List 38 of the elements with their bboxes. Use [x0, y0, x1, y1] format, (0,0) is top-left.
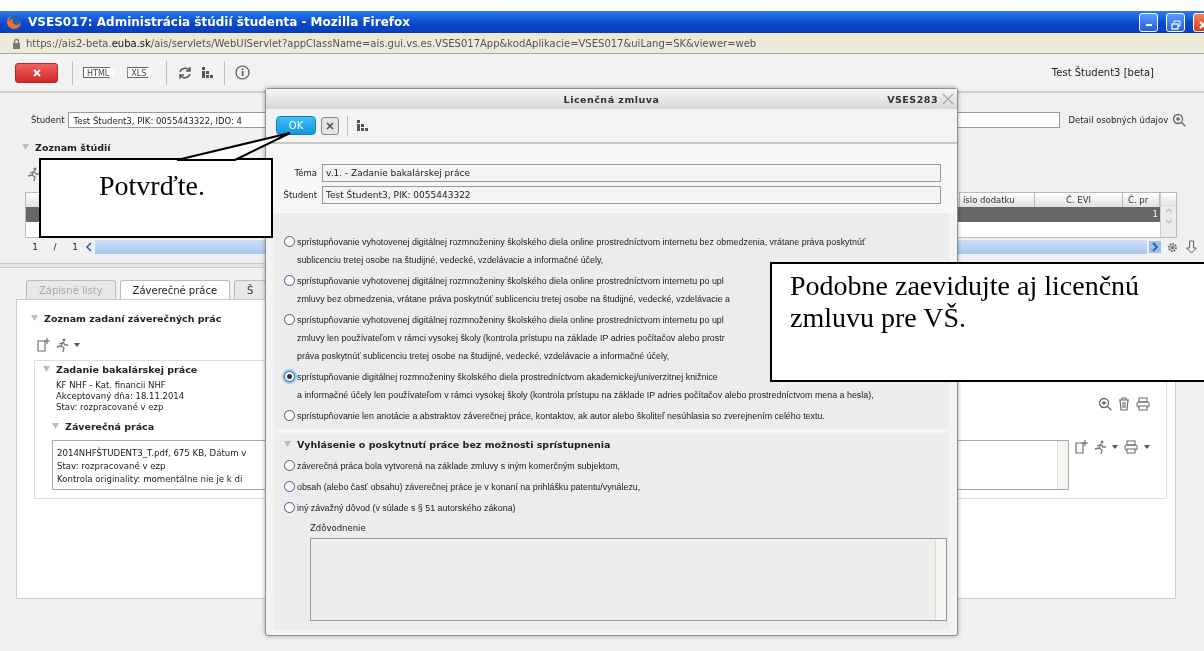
dialog-code: VSES283 — [887, 93, 938, 105]
option-text: a informačné účely len používateľom v rámci vysokej školy (kontrola prístupu na základe IP adries počítačov alebo prostredníctvom mena a hesla), — [296, 389, 874, 402]
field-label: Zdôvodnenie — [310, 522, 367, 535]
card-title: Záverečná práca — [65, 420, 155, 432]
option-text: záverečná práca bola vytvorená na základe zmluvy s iným komerčným subjektom, — [296, 460, 621, 473]
window-title: VSES017: Administrácia štúdií študenta - Mozilla Firefox — [28, 15, 411, 29]
detail-text: KF NHF - Kat. financii NHF — [56, 380, 166, 391]
option-text: zmluvy bez obmedzenia, vrátane práva poskytnúť sublicenciu tretej osobe na študijné, vedecké, vzdelávacie a — [296, 293, 731, 306]
table-cell-text: 1 — [1152, 208, 1159, 221]
section-title: Zoznam zadaní záverečných prác — [44, 312, 222, 324]
user-name: Test Študent3 [beta] — [1051, 67, 1154, 78]
option-text: iný závažný dôvod (v súlade s § 51 autorského zákona) — [296, 502, 516, 515]
option-text: sublicenciu tretej osobe na študijné, vedecké, vzdelávacie a informačné účely, — [296, 254, 605, 267]
detail-text: Stav: rozpracované v ezp — [56, 402, 164, 413]
field-label: Študent — [282, 190, 317, 200]
detail-text: Stav: rozpracované v ezp — [57, 460, 166, 473]
option-text: práva poskytnúť sublicenciu tretej osobe na študijné, vedecké, vzdelávacie a informačné účely, — [296, 350, 671, 363]
callout-box: Podobne zaevidujte aj licenčnú zmluvu pre VŠ. — [770, 262, 1204, 382]
option-text: sprístupňovanie len anotácie a abstraktov záverečnej práce, kontaktov, ak autor alebo školiteľ nesúhlasia so zverejnením celého textu. — [296, 410, 825, 423]
option-text: obsah (alebo časť obsahu) záverečnej práce je v konaní na prihlášku patentu/vynálezu, — [296, 481, 641, 494]
detail-text: Kontrola originality: momentálne nie je k di — [57, 473, 243, 486]
card-title: Zadanie bakalárskej práce — [56, 363, 198, 375]
field-label: Téma — [293, 168, 317, 178]
option-text: zmluvy len používateľom v rámci vysokej školy (kontrola prístupu na základe IP adries počítačov alebo prostr — [296, 332, 725, 345]
detail-text: Akceptovaný dňa: 18.11.2014 — [56, 391, 185, 402]
dialog-title: Licenčná zmluva — [563, 93, 660, 105]
option-text: sprístupňovanie vyhotovenej digitálnej rozmnoženiny školského diela online prostredníctvom internetu po upl — [296, 275, 725, 288]
option-text: sprístupňovanie vyhotovenej digitálnej rozmnoženiny školského diela online prostredníctvom internetu po upl — [296, 314, 725, 327]
option-text: sprístupňovanie digitálnej rozmnoženiny školského diela prostredníctvom akademickej/univerzitnej knižnice — [296, 371, 719, 384]
page-separator: / — [52, 242, 58, 252]
page-total: 1 — [71, 242, 79, 252]
section-title: Vyhlásenie o poskytnutí práce bez možnosti sprístupnenia — [297, 438, 611, 450]
page-number: 1 — [31, 242, 39, 252]
option-text: sprístupňovanie vyhotovenej digitálnej rozmnoženiny školského diela online prostredníctvom internetu bez obmedzenia, vrátane práva poskytnúť — [296, 236, 866, 249]
section-title: Zoznam štúdií — [35, 141, 111, 153]
field-label: Študent — [31, 114, 65, 125]
detail-text: 2014NHFŠTUDENT3_T.pdf, 675 KB, Dátum v — [57, 447, 247, 460]
url-text: https://ais2-beta.euba.sk/ais/servlets/WebUIServlet?appClassName=ais.gui.vs.es.VSES017App&kodAplikacie=VSES017&uiLang=SK&viewer=web — [26, 37, 757, 49]
